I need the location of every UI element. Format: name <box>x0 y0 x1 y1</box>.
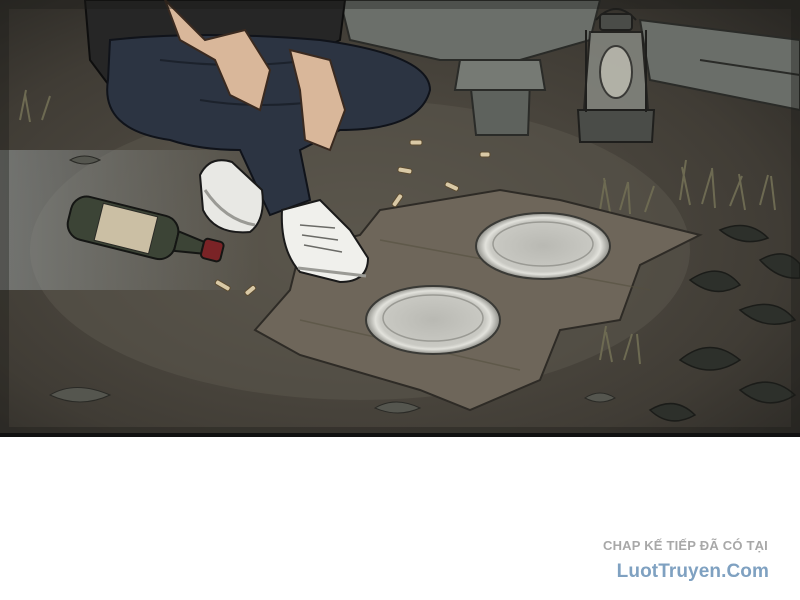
plate-back <box>475 212 611 280</box>
next-chapter-note: CHAP KẾ TIẾP ĐÃ CÓ TẠI <box>603 538 768 553</box>
footer: CHAP KẾ TIẾP ĐÃ CÓ TẠI LuotTruyen.Com <box>0 437 800 600</box>
comic-panel <box>0 0 800 436</box>
plate-front <box>365 285 501 355</box>
site-link[interactable]: LuotTruyen.Com <box>617 561 769 583</box>
comic-illustration <box>0 0 800 436</box>
